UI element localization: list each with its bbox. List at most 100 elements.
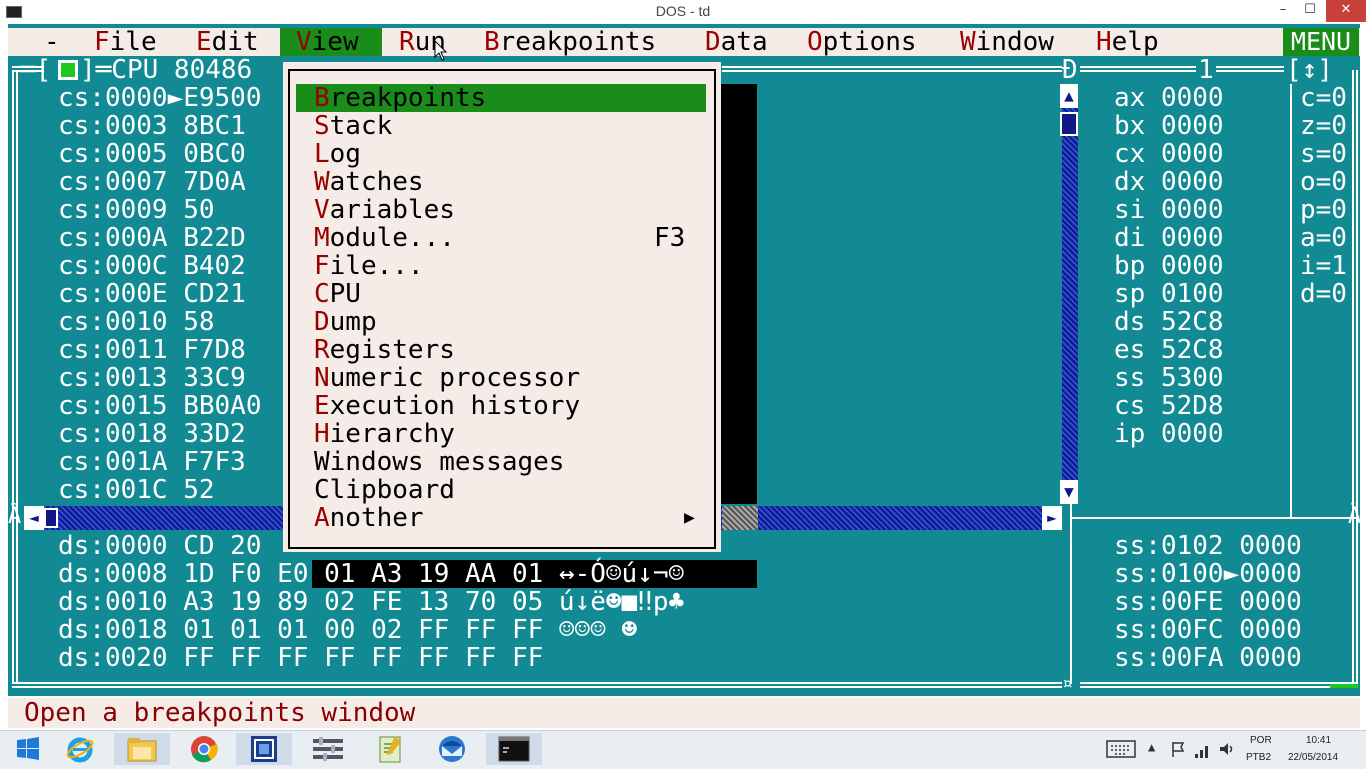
system-menu[interactable]: - bbox=[44, 28, 60, 56]
flag-row[interactable]: s=0 bbox=[1300, 140, 1347, 168]
menu-item-file[interactable]: File... bbox=[314, 252, 694, 280]
register-row[interactable]: bx 0000 bbox=[1114, 112, 1224, 140]
maximize-button[interactable]: ☐ bbox=[1296, 0, 1324, 22]
menu-options[interactable]: Options bbox=[807, 28, 917, 56]
register-row[interactable]: ss 5300 bbox=[1114, 364, 1224, 392]
scroll-left-button[interactable]: ◄ bbox=[24, 506, 44, 530]
register-row[interactable]: cx 0000 bbox=[1114, 140, 1224, 168]
register-row[interactable]: sp 0100 bbox=[1114, 280, 1224, 308]
code-line[interactable]: cs:0009 50 bbox=[58, 196, 262, 224]
menu-item-cpu[interactable]: CPU bbox=[314, 280, 694, 308]
menu-item-clipboard[interactable]: Clipboard bbox=[314, 476, 694, 504]
input-language[interactable]: POR bbox=[1250, 735, 1272, 746]
flag-row[interactable]: i=1 bbox=[1300, 252, 1347, 280]
menu-item-dump[interactable]: Dump bbox=[314, 308, 694, 336]
network-icon[interactable] bbox=[1194, 742, 1212, 758]
register-row[interactable]: cs 52D8 bbox=[1114, 392, 1224, 420]
dump-line[interactable]: ds:0020 FF FF FF FF FF FF FF FF bbox=[58, 644, 684, 672]
cmd-icon[interactable] bbox=[486, 733, 542, 765]
code-line[interactable]: cs:0011 F7D8 bbox=[58, 336, 262, 364]
explorer-icon[interactable] bbox=[114, 733, 170, 765]
scroll-up-button[interactable]: ▲ bbox=[1060, 84, 1078, 108]
menu-item-windows-messages[interactable]: Windows messages bbox=[314, 448, 694, 476]
menu-breakpoints[interactable]: Breakpoints bbox=[484, 28, 656, 56]
menu-item-numeric-processor[interactable]: Numeric processor bbox=[314, 364, 694, 392]
menu-data[interactable]: Data bbox=[705, 28, 768, 56]
menu-item-registers[interactable]: Registers bbox=[314, 336, 694, 364]
menu-help[interactable]: Help bbox=[1096, 28, 1159, 56]
menu-item-log[interactable]: Log bbox=[314, 140, 694, 168]
dump-line[interactable]: ds:0010 A3 19 89 02 FE 13 70 05 ú↓ë☻■‼p♣ bbox=[58, 588, 684, 616]
flag-row[interactable]: d=0 bbox=[1300, 280, 1347, 308]
close-box[interactable] bbox=[58, 60, 78, 80]
code-line[interactable]: cs:0013 33C9 bbox=[58, 364, 262, 392]
scroll-right-button[interactable]: ► bbox=[1042, 506, 1062, 530]
flag-row[interactable]: o=0 bbox=[1300, 168, 1347, 196]
code-line[interactable]: cs:000C B402 bbox=[58, 252, 262, 280]
stack-row[interactable]: ss:0102 0000 bbox=[1114, 532, 1302, 560]
tray-expand-icon[interactable]: ▲ bbox=[1148, 740, 1155, 754]
tools-icon[interactable] bbox=[300, 733, 356, 765]
register-row[interactable]: es 52C8 bbox=[1114, 336, 1224, 364]
flag-row[interactable]: p=0 bbox=[1300, 196, 1347, 224]
stack-row[interactable]: ss:00FA 0000 bbox=[1114, 644, 1302, 672]
start-icon[interactable] bbox=[0, 733, 56, 765]
chrome-icon[interactable] bbox=[176, 733, 232, 765]
menu-item-variables[interactable]: Variables bbox=[314, 196, 694, 224]
notepad-icon[interactable] bbox=[362, 733, 418, 765]
menu-item-hierarchy[interactable]: Hierarchy bbox=[314, 420, 694, 448]
clock-date[interactable]: 22/05/2014 bbox=[1288, 752, 1338, 763]
menu-view[interactable]: View bbox=[280, 28, 382, 56]
register-row[interactable]: ip 0000 bbox=[1114, 420, 1224, 448]
menu-file[interactable]: File bbox=[94, 28, 157, 56]
register-row[interactable]: si 0000 bbox=[1114, 196, 1224, 224]
flag-row[interactable]: c=0 bbox=[1300, 84, 1347, 112]
menu-item-breakpoints[interactable]: Breakpoints bbox=[314, 84, 694, 112]
app-icon[interactable] bbox=[236, 733, 292, 765]
dump-line[interactable]: ds:0018 01 01 01 00 02 FF FF FF ☺☺☺ ☻ bbox=[58, 616, 684, 644]
scroll-down-button[interactable]: ▼ bbox=[1060, 480, 1078, 504]
stack-row[interactable]: ss:00FE 0000 bbox=[1114, 588, 1302, 616]
scroll-thumb[interactable] bbox=[1060, 112, 1078, 136]
flag-icon[interactable] bbox=[1170, 740, 1186, 758]
register-row[interactable]: ax 0000 bbox=[1114, 84, 1224, 112]
menu-window[interactable]: Window bbox=[960, 28, 1054, 56]
flag-row[interactable]: z=0 bbox=[1300, 112, 1347, 140]
register-row[interactable]: di 0000 bbox=[1114, 224, 1224, 252]
hscroll-thumb[interactable] bbox=[44, 508, 58, 528]
keyboard-icon[interactable] bbox=[1106, 740, 1136, 758]
code-line[interactable]: cs:000A B22D bbox=[58, 224, 262, 252]
menu-item-stack[interactable]: Stack bbox=[314, 112, 694, 140]
stack-row[interactable]: ss:0100►0000 bbox=[1114, 560, 1302, 588]
register-row[interactable]: bp 0000 bbox=[1114, 252, 1224, 280]
code-line[interactable]: cs:0015 BB0A0 bbox=[58, 392, 262, 420]
register-row[interactable]: ds 52C8 bbox=[1114, 308, 1224, 336]
close-button[interactable]: ✕ bbox=[1326, 0, 1366, 22]
menu-item-another[interactable]: Another ▶ bbox=[314, 504, 695, 532]
flag-row[interactable]: a=0 bbox=[1300, 224, 1347, 252]
code-line[interactable]: cs:0005 0BC0 bbox=[58, 140, 262, 168]
code-line[interactable]: cs:0010 58 bbox=[58, 308, 262, 336]
code-line[interactable]: cs:001C 52 bbox=[58, 476, 262, 504]
code-line[interactable]: cs:0003 8BC1 bbox=[58, 112, 262, 140]
code-line[interactable]: cs:001A F7F3 bbox=[58, 448, 262, 476]
code-line[interactable]: cs:0018 33D2 bbox=[58, 420, 262, 448]
volume-icon[interactable] bbox=[1218, 741, 1236, 757]
stack-row[interactable]: ss:00FC 0000 bbox=[1114, 616, 1302, 644]
code-line[interactable]: cs:0007 7D0A bbox=[58, 168, 262, 196]
menu-button[interactable]: MENU bbox=[1283, 28, 1359, 56]
keyboard-layout[interactable]: PTB2 bbox=[1246, 752, 1271, 763]
resize-corner[interactable] bbox=[1330, 684, 1358, 688]
menu-item-watches[interactable]: Watches bbox=[314, 168, 694, 196]
vertical-scrollbar[interactable] bbox=[1062, 84, 1078, 504]
menu-item-module[interactable]: Module... F3 bbox=[314, 224, 694, 252]
code-line[interactable]: cs:0000►E9500 bbox=[58, 84, 262, 112]
resize-box[interactable]: [↕] bbox=[1286, 56, 1333, 84]
thunderbird-icon[interactable] bbox=[424, 733, 480, 765]
register-row[interactable]: dx 0000 bbox=[1114, 168, 1224, 196]
ie-icon[interactable] bbox=[52, 733, 108, 765]
code-line[interactable]: cs:000E CD21 bbox=[58, 280, 262, 308]
dump-line[interactable]: ds:0008 1D F0 E0 01 A3 19 AA 01 ↔-Ó☺ú↓¬☺ bbox=[58, 560, 684, 588]
minimize-button[interactable]: – bbox=[1270, 0, 1296, 22]
menu-edit[interactable]: Edit bbox=[196, 28, 259, 56]
